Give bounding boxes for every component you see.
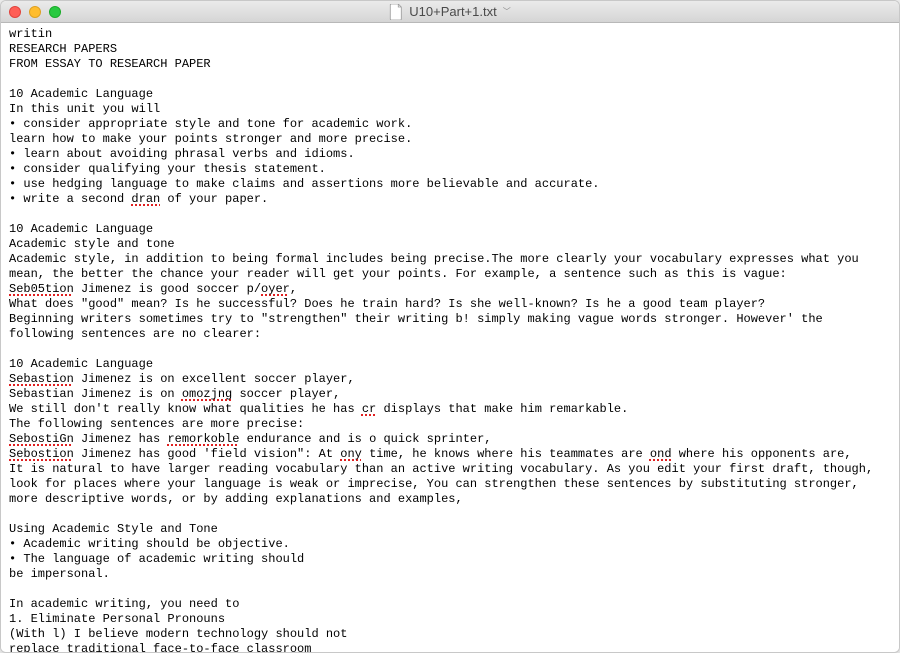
misspelling: Seb05tion (9, 282, 74, 296)
minimize-button[interactable] (29, 6, 41, 18)
text-line: We still don't really know what qualitie… (9, 402, 891, 417)
text-line: 1. Eliminate Personal Pronouns (9, 612, 891, 627)
text-line: Sebastion Jimenez is on excellent soccer… (9, 372, 891, 387)
misspelling: ond (650, 447, 672, 461)
text-line: SebostiGn Jimenez has remorkoble enduran… (9, 432, 891, 447)
text-line: Sebostion Jimenez has good 'field vision… (9, 447, 891, 462)
titlebar[interactable]: U10+Part+1.txt ﹀ (1, 1, 899, 23)
text-line: Academic style, in addition to being for… (9, 252, 891, 282)
misspelling: oyer (261, 282, 290, 296)
traffic-lights (9, 6, 61, 18)
misspelling: omozjng (182, 387, 232, 401)
text-line: 10 Academic Language (9, 357, 891, 372)
text-line: FROM ESSAY TO RESEARCH PAPER (9, 57, 891, 72)
text-line: Seb05tion Jimenez is good soccer p/oyer, (9, 282, 891, 297)
text-line: It is natural to have larger reading voc… (9, 462, 891, 507)
text-line: 10 Academic Language (9, 87, 891, 102)
text-line: In academic writing, you need to (9, 597, 891, 612)
text-line: • use hedging language to make claims an… (9, 177, 891, 192)
text-line: RESEARCH PAPERS (9, 42, 891, 57)
text-editor-window: U10+Part+1.txt ﹀ writinRESEARCH PAPERSFR… (0, 0, 900, 653)
file-icon (389, 4, 403, 20)
text-line: Sebastian Jimenez is on omozjng soccer p… (9, 387, 891, 402)
text-line: learn how to make your points stronger a… (9, 132, 891, 147)
text-line: 10 Academic Language (9, 222, 891, 237)
text-line: Beginning writers sometimes try to "stre… (9, 312, 891, 342)
text-line: be impersonal. (9, 567, 891, 582)
text-line: • write a second dran of your paper. (9, 192, 891, 207)
misspelling: Sebostion (9, 447, 74, 461)
text-line: writin (9, 27, 891, 42)
window-title-wrap[interactable]: U10+Part+1.txt ﹀ (389, 4, 510, 20)
text-line: • consider qualifying your thesis statem… (9, 162, 891, 177)
close-button[interactable] (9, 6, 21, 18)
text-line: What does "good" mean? Is he successful?… (9, 297, 891, 312)
text-line: Using Academic Style and Tone (9, 522, 891, 537)
text-line: In this unit you will (9, 102, 891, 117)
text-line: • consider appropriate style and tone fo… (9, 117, 891, 132)
text-line: • The language of academic writing shoul… (9, 552, 891, 567)
text-line: replace traditional face-to-face classro… (9, 642, 891, 652)
text-line: Academic style and tone (9, 237, 891, 252)
maximize-button[interactable] (49, 6, 61, 18)
misspelling: SebostiGn (9, 432, 74, 446)
misspelling: dran (131, 192, 160, 206)
text-content[interactable]: writinRESEARCH PAPERSFROM ESSAY TO RESEA… (1, 23, 899, 652)
text-line: (With l) I believe modern technology sho… (9, 627, 891, 642)
misspelling: remorkoble (167, 432, 239, 446)
window-title: U10+Part+1.txt (409, 4, 496, 19)
text-line: • learn about avoiding phrasal verbs and… (9, 147, 891, 162)
chevron-down-icon[interactable]: ﹀ (503, 6, 511, 17)
misspelling: Sebastion (9, 372, 74, 386)
misspelling: ony (340, 447, 362, 461)
misspelling: cr (362, 402, 376, 416)
text-line: • Academic writing should be objective. (9, 537, 891, 552)
text-line: The following sentences are more precise… (9, 417, 891, 432)
